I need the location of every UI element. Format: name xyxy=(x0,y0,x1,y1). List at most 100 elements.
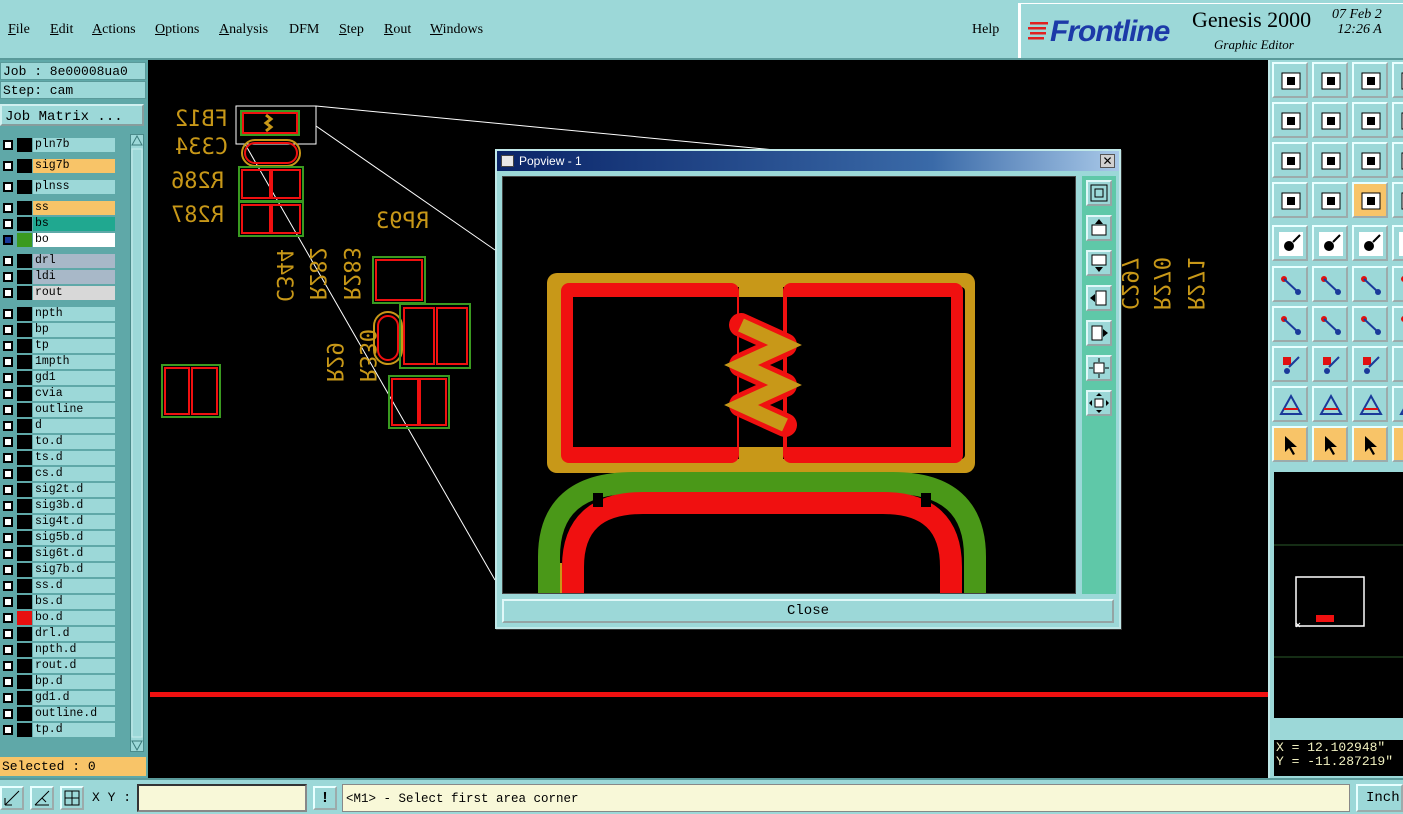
layer-name[interactable]: cvia xyxy=(33,387,115,401)
layer-checkbox[interactable] xyxy=(3,437,13,447)
layer-checkbox[interactable] xyxy=(3,693,13,703)
layer-color-swatch[interactable] xyxy=(17,675,32,689)
layer-row-rout.d[interactable]: rout.d xyxy=(0,659,118,673)
layer-color-swatch[interactable] xyxy=(17,419,32,433)
minus-button[interactable] xyxy=(1312,346,1348,382)
layer-row-drl[interactable]: drl xyxy=(0,254,118,268)
layer-row-rout[interactable]: rout xyxy=(0,286,118,300)
layer-color-swatch[interactable] xyxy=(17,691,32,705)
layer-name[interactable]: sig7b.d xyxy=(33,563,115,577)
layer-checkbox[interactable] xyxy=(3,597,13,607)
pv-pan-left-button[interactable] xyxy=(1086,285,1112,311)
layer-row-sig6t.d[interactable]: sig6t.d xyxy=(0,547,118,561)
layer-row-1mpth[interactable]: 1mpth xyxy=(0,355,118,369)
pointer-button[interactable] xyxy=(1272,426,1308,462)
triangle-a-button[interactable] xyxy=(1272,386,1308,422)
layer-color-swatch[interactable] xyxy=(17,254,32,268)
connect-button[interactable] xyxy=(1272,266,1308,302)
layer-checkbox[interactable] xyxy=(3,533,13,543)
layer-row-ss[interactable]: ss xyxy=(0,201,118,215)
triangle-b-button[interactable] xyxy=(1312,386,1348,422)
layer-checkbox[interactable] xyxy=(3,485,13,495)
layer-row-cvia[interactable]: cvia xyxy=(0,387,118,401)
layer-checkbox[interactable] xyxy=(3,421,13,431)
layer-row-bp[interactable]: bp xyxy=(0,323,118,337)
layer-row-sig3b.d[interactable]: sig3b.d xyxy=(0,499,118,513)
tool-overflow-button[interactable] xyxy=(1392,306,1403,342)
layer-color-swatch[interactable] xyxy=(17,611,32,625)
tool-overflow-button[interactable] xyxy=(1392,142,1403,178)
menu-edit[interactable]: Edit xyxy=(50,22,73,38)
triangle-c-button[interactable] xyxy=(1352,386,1388,422)
layer-name[interactable]: gd1.d xyxy=(33,691,115,705)
layer-name[interactable]: sig4t.d xyxy=(33,515,115,529)
job-matrix-button[interactable]: Job Matrix ... xyxy=(0,104,144,126)
select-box-button[interactable] xyxy=(1352,426,1388,462)
layer-checkbox[interactable] xyxy=(3,453,13,463)
draw-line-button[interactable] xyxy=(1312,306,1348,342)
layer-color-swatch[interactable] xyxy=(17,595,32,609)
layer-name[interactable]: bp xyxy=(33,323,115,337)
layer-name[interactable]: bo xyxy=(33,233,115,247)
layer-color-swatch[interactable] xyxy=(17,270,32,284)
layer-name[interactable]: outline xyxy=(33,403,115,417)
tool-overflow-button[interactable] xyxy=(1392,386,1403,422)
layer-color-swatch[interactable] xyxy=(17,233,32,247)
layer-color-swatch[interactable] xyxy=(17,286,32,300)
tool-overflow-button[interactable] xyxy=(1392,426,1403,462)
layer-checkbox[interactable] xyxy=(3,613,13,623)
close-button[interactable]: Close xyxy=(502,599,1114,623)
layer-name[interactable]: 1mpth xyxy=(33,355,115,369)
component-r330[interactable] xyxy=(388,375,450,429)
layer-color-swatch[interactable] xyxy=(17,499,32,513)
layer-row-bo.d[interactable]: bo.d xyxy=(0,611,118,625)
pv-zoom-out-button[interactable] xyxy=(1086,390,1112,416)
layer-color-swatch[interactable] xyxy=(17,217,32,231)
tool-overflow-button[interactable] xyxy=(1392,102,1403,138)
layer-name[interactable]: sig3b.d xyxy=(33,499,115,513)
menu-file[interactable]: File xyxy=(8,22,30,38)
layer-checkbox[interactable] xyxy=(3,661,13,671)
menu-analysis[interactable]: Analysis xyxy=(219,22,268,38)
units-button[interactable]: Inch xyxy=(1356,784,1403,812)
layer-name[interactable]: sig7b xyxy=(33,159,115,173)
layer-checkbox[interactable] xyxy=(3,549,13,559)
ruler-button[interactable] xyxy=(1352,225,1388,261)
pan-right-button[interactable] xyxy=(1312,102,1348,138)
layer-checkbox[interactable] xyxy=(3,219,13,229)
layer-row-sig5b.d[interactable]: sig5b.d xyxy=(0,531,118,545)
undo-view-button[interactable] xyxy=(1352,102,1388,138)
layer-color-swatch[interactable] xyxy=(17,159,32,173)
layer-row-sig4t.d[interactable]: sig4t.d xyxy=(0,515,118,529)
layer-row-ldi[interactable]: ldi xyxy=(0,270,118,284)
layer-checkbox[interactable] xyxy=(3,325,13,335)
layer-color-swatch[interactable] xyxy=(17,387,32,401)
pv-pan-down-button[interactable] xyxy=(1086,250,1112,276)
layer-color-swatch[interactable] xyxy=(17,547,32,561)
layer-color-swatch[interactable] xyxy=(17,643,32,657)
layer-row-sig2t.d[interactable]: sig2t.d xyxy=(0,483,118,497)
settings-button[interactable] xyxy=(1272,182,1308,218)
layer-checkbox[interactable] xyxy=(3,389,13,399)
layer-name[interactable]: bp.d xyxy=(33,675,115,689)
add-pad-button[interactable] xyxy=(1272,225,1308,261)
layer-checkbox[interactable] xyxy=(3,405,13,415)
overview-map[interactable] xyxy=(1274,472,1403,718)
layer-color-swatch[interactable] xyxy=(17,138,32,152)
close-icon[interactable]: ✕ xyxy=(1100,154,1115,168)
layer-color-swatch[interactable] xyxy=(17,307,32,321)
cross-button[interactable] xyxy=(1312,266,1348,302)
layer-row-bs[interactable]: bs xyxy=(0,217,118,231)
layer-name[interactable]: sig6t.d xyxy=(33,547,115,561)
layer-name[interactable]: tp xyxy=(33,339,115,353)
layer-color-swatch[interactable] xyxy=(17,339,32,353)
layer-row-bp.d[interactable]: bp.d xyxy=(0,675,118,689)
layer-color-swatch[interactable] xyxy=(17,723,32,737)
layer-checkbox[interactable] xyxy=(3,677,13,687)
rotate-button[interactable] xyxy=(1352,306,1388,342)
scale-1-1-button[interactable] xyxy=(1352,142,1388,178)
layer-name[interactable]: bs xyxy=(33,217,115,231)
menu-step[interactable]: Step xyxy=(339,22,364,38)
layer-row-pln7b[interactable]: pln7b xyxy=(0,138,118,152)
component-r286[interactable] xyxy=(238,166,304,202)
